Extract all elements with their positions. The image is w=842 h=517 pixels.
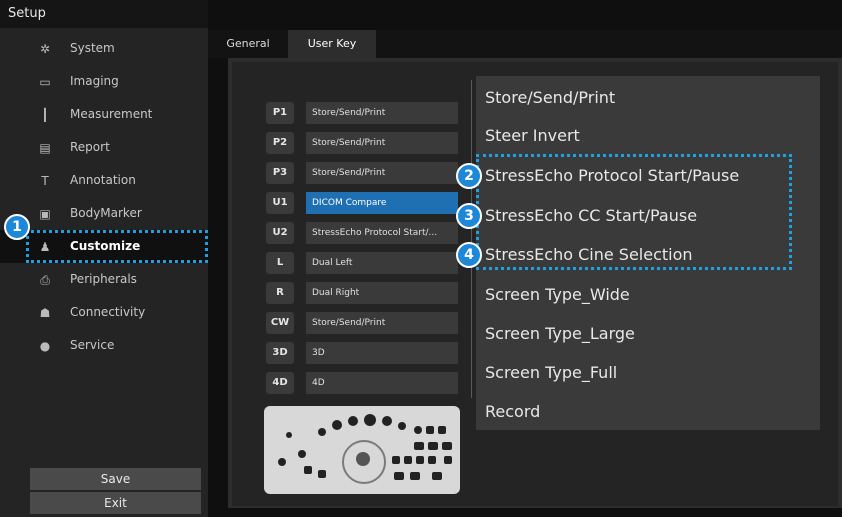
sidebar-item-label: Annotation [70, 173, 136, 187]
sidebar-item-label: Peripherals [70, 272, 137, 286]
setup-window: Setup ✲ System ▭ Imaging ┃ Measurement ▤… [0, 0, 842, 517]
sidebar-item-measurement[interactable]: ┃ Measurement [0, 98, 208, 131]
stressecho-callout-outline [476, 154, 792, 270]
dropdown-option[interactable]: Screen Type_Full [485, 363, 617, 382]
key-list-divider [471, 80, 472, 398]
panel-key [442, 442, 452, 450]
panel-knob [382, 416, 392, 426]
dropdown-option[interactable]: Steer Invert [485, 126, 580, 145]
dropdown-option[interactable]: Record [485, 402, 540, 421]
key-label: U1 [266, 192, 294, 214]
panel-key [428, 442, 438, 450]
sidebar-item-service[interactable]: ● Service [0, 329, 208, 362]
report-icon: ▤ [39, 141, 51, 155]
callout-badge-2: 2 [456, 163, 482, 189]
ruler-icon: ┃ [41, 108, 49, 122]
bodymarker-icon: ▣ [39, 207, 51, 221]
key-assignment-select[interactable]: Store/Send/Print [306, 102, 458, 124]
panel-knob [414, 426, 422, 434]
key-assignment-select[interactable]: Store/Send/Print [306, 312, 458, 334]
sidebar-item-annotation[interactable]: T Annotation [0, 164, 208, 197]
dropdown-option[interactable]: Store/Send/Print [485, 88, 615, 107]
panel-key [416, 456, 424, 464]
sidebar-item-imaging[interactable]: ▭ Imaging [0, 65, 208, 98]
callout-badge-4: 4 [456, 242, 482, 268]
panel-knob [348, 416, 358, 426]
printer-icon: ⎙ [40, 273, 50, 287]
panel-knob [318, 428, 326, 436]
key-label: U2 [266, 222, 294, 244]
callout-badge-3: 3 [456, 203, 482, 229]
key-label: 3D [266, 342, 294, 364]
sidebar-item-label: Connectivity [70, 305, 146, 319]
panel-key [414, 442, 424, 450]
key-assignment-select[interactable]: StressEcho Protocol Start/... [306, 222, 458, 244]
panel-key [444, 456, 452, 464]
key-assignment-select[interactable]: Dual Left [306, 252, 458, 274]
network-icon: ☗ [39, 306, 51, 320]
text-icon: T [41, 174, 49, 188]
panel-key [304, 466, 312, 474]
sidebar-item-peripherals[interactable]: ⎙ Peripherals [0, 263, 208, 296]
key-label: R [266, 282, 294, 304]
panel-key [404, 456, 412, 464]
key-label: L [266, 252, 294, 274]
callout-badge-1: 1 [4, 214, 30, 240]
sidebar-item-label: Imaging [70, 74, 119, 88]
key-label: CW [266, 312, 294, 334]
key-label: P2 [266, 132, 294, 154]
tab-general[interactable]: General [208, 30, 288, 58]
panel-key [410, 472, 420, 480]
service-icon: ● [39, 339, 51, 353]
trackball [356, 452, 370, 466]
key-assignment-select-active[interactable]: DICOM Compare [306, 192, 458, 214]
panel-key [428, 456, 436, 464]
key-assignment-select[interactable]: Dual Right [306, 282, 458, 304]
setup-title: Setup [0, 0, 208, 28]
panel-key [318, 470, 326, 478]
sidebar-item-label: Report [70, 140, 110, 154]
key-assignment-select[interactable]: 3D [306, 342, 458, 364]
key-label: P1 [266, 102, 294, 124]
control-panel-image [264, 406, 460, 494]
panel-knob [332, 420, 342, 430]
panel-knob [364, 414, 376, 426]
sidebar-item-label: Measurement [70, 107, 153, 121]
panel-key [392, 456, 400, 464]
key-assignment-select[interactable]: 4D [306, 372, 458, 394]
sidebar-item-label: BodyMarker [70, 206, 142, 220]
key-assignment-select[interactable]: Store/Send/Print [306, 132, 458, 154]
key-label: 4D [266, 372, 294, 394]
gear-icon: ✲ [39, 42, 51, 56]
panel-knob [278, 458, 286, 466]
save-button[interactable]: Save [30, 468, 201, 490]
panel-key [394, 472, 404, 480]
tab-bar: General User Key [208, 30, 842, 58]
sidebar-item-label: Service [70, 338, 115, 352]
customize-callout-outline [26, 230, 208, 263]
panel-knob [286, 432, 292, 438]
panel-knob [398, 422, 406, 430]
panel-knob [298, 450, 306, 458]
sidebar-item-system[interactable]: ✲ System [0, 32, 208, 65]
dropdown-option[interactable]: Screen Type_Wide [485, 285, 630, 304]
panel-key [438, 426, 446, 434]
image-icon: ▭ [39, 75, 51, 89]
sidebar-item-report[interactable]: ▤ Report [0, 131, 208, 164]
panel-key [426, 426, 434, 434]
sidebar-item-bodymarker[interactable]: ▣ BodyMarker [0, 197, 208, 230]
sidebar-item-label: System [70, 41, 115, 55]
panel-key [432, 472, 442, 480]
key-assignment-select[interactable]: Store/Send/Print [306, 162, 458, 184]
key-label: P3 [266, 162, 294, 184]
dropdown-option[interactable]: Screen Type_Large [485, 324, 635, 343]
sidebar-item-connectivity[interactable]: ☗ Connectivity [0, 296, 208, 329]
tab-user-key[interactable]: User Key [288, 30, 376, 58]
exit-button[interactable]: Exit [30, 492, 201, 514]
